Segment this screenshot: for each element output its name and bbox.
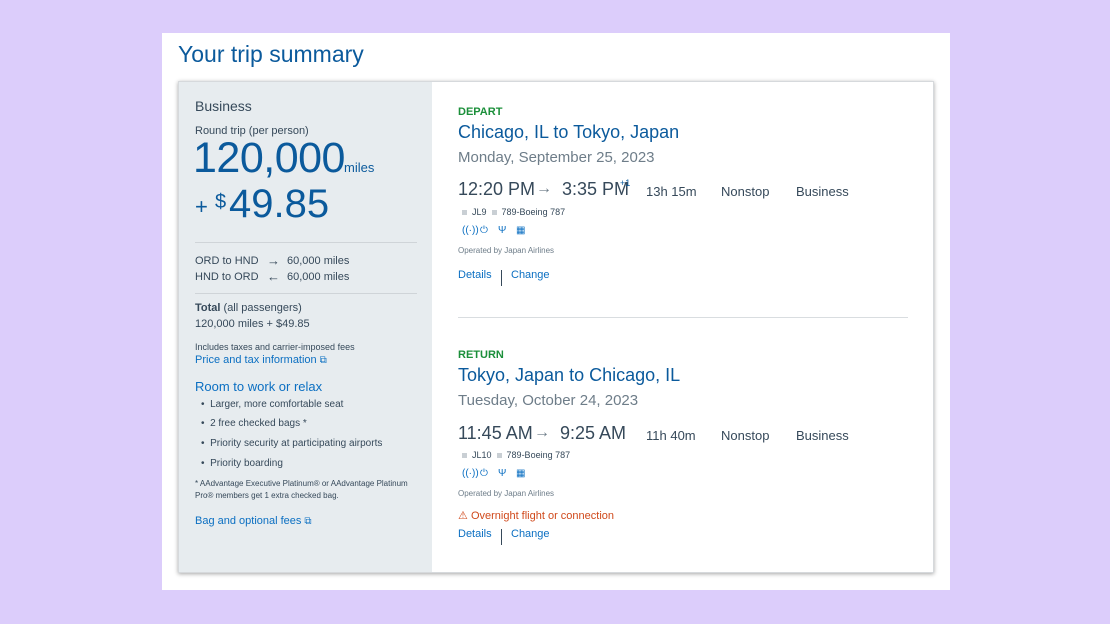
miles-unit: miles xyxy=(344,160,375,175)
includes-note: Includes taxes and carrier-imposed fees xyxy=(195,342,355,352)
price-sidebar: Business Round trip (per person) 120,000… xyxy=(179,82,432,572)
return-route: Tokyo, Japan to Chicago, IL xyxy=(458,365,681,385)
segment-miles: 60,000 miles xyxy=(287,271,350,283)
itinerary: DEPART Chicago, IL to Tokyo, Japan Monda… xyxy=(432,82,933,572)
return-amenities: ((·))⏻ Ψ ▦ xyxy=(462,468,534,479)
return-date: Tuesday, October 24, 2023 xyxy=(458,392,639,409)
arrow-right-icon: → xyxy=(534,424,550,441)
perk-item: • Priority security at participating air… xyxy=(201,438,383,449)
entertainment-icon: ▦ xyxy=(516,468,526,479)
bag-fees-link-label: Bag and optional fees xyxy=(195,515,302,527)
day-offset: +1 xyxy=(620,178,631,188)
plus-sign: + xyxy=(195,194,208,219)
segment-route: HND to ORD xyxy=(195,271,259,283)
return-label: RETURN xyxy=(458,349,504,361)
perk-text: Priority security at participating airpo… xyxy=(210,438,383,449)
arrow-left-icon: ← xyxy=(267,269,280,284)
bullet-icon xyxy=(491,210,497,216)
return-flight-info: JL10 789-Boeing 787 xyxy=(462,450,570,460)
perk-item: • Larger, more comfortable seat xyxy=(201,399,344,410)
return-operated-by: Operated by Japan Airlines xyxy=(458,489,555,498)
aircraft: 789-Boeing 787 xyxy=(506,450,571,460)
depart-duration: 13h 15m xyxy=(646,184,697,199)
miles-total: 120,000 xyxy=(193,134,345,182)
cash-amount: 49.85 xyxy=(229,182,330,226)
return-arrival-time: 9:25 AM xyxy=(560,423,627,443)
depart-operated-by: Operated by Japan Airlines xyxy=(458,246,555,255)
wifi-icon: ((·)) xyxy=(462,225,479,236)
usb-icon: Ψ xyxy=(498,468,507,479)
return-change-link[interactable]: Change xyxy=(511,528,550,540)
warning-text: Overnight flight or connection xyxy=(470,510,615,522)
price-tax-link[interactable]: Price and tax information ⧉ xyxy=(195,354,327,366)
arrow-right-icon: → xyxy=(536,180,552,197)
external-link-icon: ⧉ xyxy=(319,355,327,366)
overnight-warning: ⚠ Overnight flight or connection xyxy=(458,509,614,522)
return-duration: 11h 40m xyxy=(646,428,696,443)
depart-flight-info: JL9 789-Boeing 787 xyxy=(462,207,565,217)
depart-cabin: Business xyxy=(796,184,849,199)
flight-number: JL10 xyxy=(472,450,492,460)
depart-stops: Nonstop xyxy=(721,184,770,199)
depart-change-link[interactable]: Change xyxy=(511,269,550,281)
usb-icon: Ψ xyxy=(498,225,507,236)
depart-departure-time: 12:20 PM xyxy=(458,179,536,199)
bullet-icon xyxy=(462,210,467,216)
external-link-icon: ⧉ xyxy=(304,516,312,527)
summary-panel: Business Round trip (per person) 120,000… xyxy=(178,81,934,573)
section-divider xyxy=(458,317,908,318)
return-details-link[interactable]: Details xyxy=(458,528,492,540)
power-icon: ⏻ xyxy=(480,468,488,479)
arrow-right-icon: → xyxy=(267,253,280,268)
cabin-label: Business xyxy=(195,98,252,114)
return-stops: Nonstop xyxy=(721,428,770,443)
total-suffix: (all passengers) xyxy=(223,302,302,314)
wifi-icon: ((·)) xyxy=(462,468,479,479)
aircraft: 789-Boeing 787 xyxy=(501,207,566,217)
depart-details-link[interactable]: Details xyxy=(458,269,492,281)
segment-miles: 60,000 miles xyxy=(287,255,350,267)
depart-label: DEPART xyxy=(458,106,503,118)
return-departure-time: 11:45 AM xyxy=(458,423,533,443)
trip-summary-card: Your trip summary Business Round trip (p… xyxy=(162,33,950,590)
link-divider xyxy=(501,529,502,545)
divider xyxy=(195,242,417,243)
entertainment-icon: ▦ xyxy=(516,225,526,236)
return-cabin: Business xyxy=(796,428,849,443)
flight-number: JL9 xyxy=(472,207,487,217)
total-label: Total (all passengers) xyxy=(195,302,302,314)
bag-fees-link[interactable]: Bag and optional fees ⧉ xyxy=(195,515,312,527)
currency-symbol: $ xyxy=(215,191,227,213)
price-tax-link-label: Price and tax information xyxy=(195,354,317,366)
warning-icon: ⚠ xyxy=(458,510,468,522)
depart-arrival-time: 3:35 PM xyxy=(562,179,630,199)
bullet-icon xyxy=(496,453,502,459)
perk-text: Larger, more comfortable seat xyxy=(210,399,344,410)
bullet-icon xyxy=(462,453,467,459)
link-divider xyxy=(501,270,502,286)
depart-date: Monday, September 25, 2023 xyxy=(458,149,655,166)
perk-text: 2 free checked bags * xyxy=(210,418,307,429)
segment-row: ORD to HND → 60,000 miles xyxy=(195,253,349,268)
segment-route: ORD to HND xyxy=(195,255,259,267)
perk-item: • Priority boarding xyxy=(201,458,283,469)
bag-footnote: * AAdvantage Executive Platinum® or AAdv… xyxy=(195,479,408,500)
depart-amenities: ((·))⏻ Ψ ▦ xyxy=(462,225,534,236)
perks-title: Room to work or relax xyxy=(195,379,323,394)
power-icon: ⏻ xyxy=(480,225,488,236)
page-title: Your trip summary xyxy=(178,41,364,67)
total-value: 120,000 miles + $49.85 xyxy=(195,318,310,330)
depart-route: Chicago, IL to Tokyo, Japan xyxy=(458,122,680,142)
perk-item: • 2 free checked bags * xyxy=(201,418,307,429)
divider xyxy=(195,293,417,294)
segment-row: HND to ORD ← 60,000 miles xyxy=(195,269,349,284)
total-heading: Total xyxy=(195,302,221,314)
perk-text: Priority boarding xyxy=(210,458,283,469)
